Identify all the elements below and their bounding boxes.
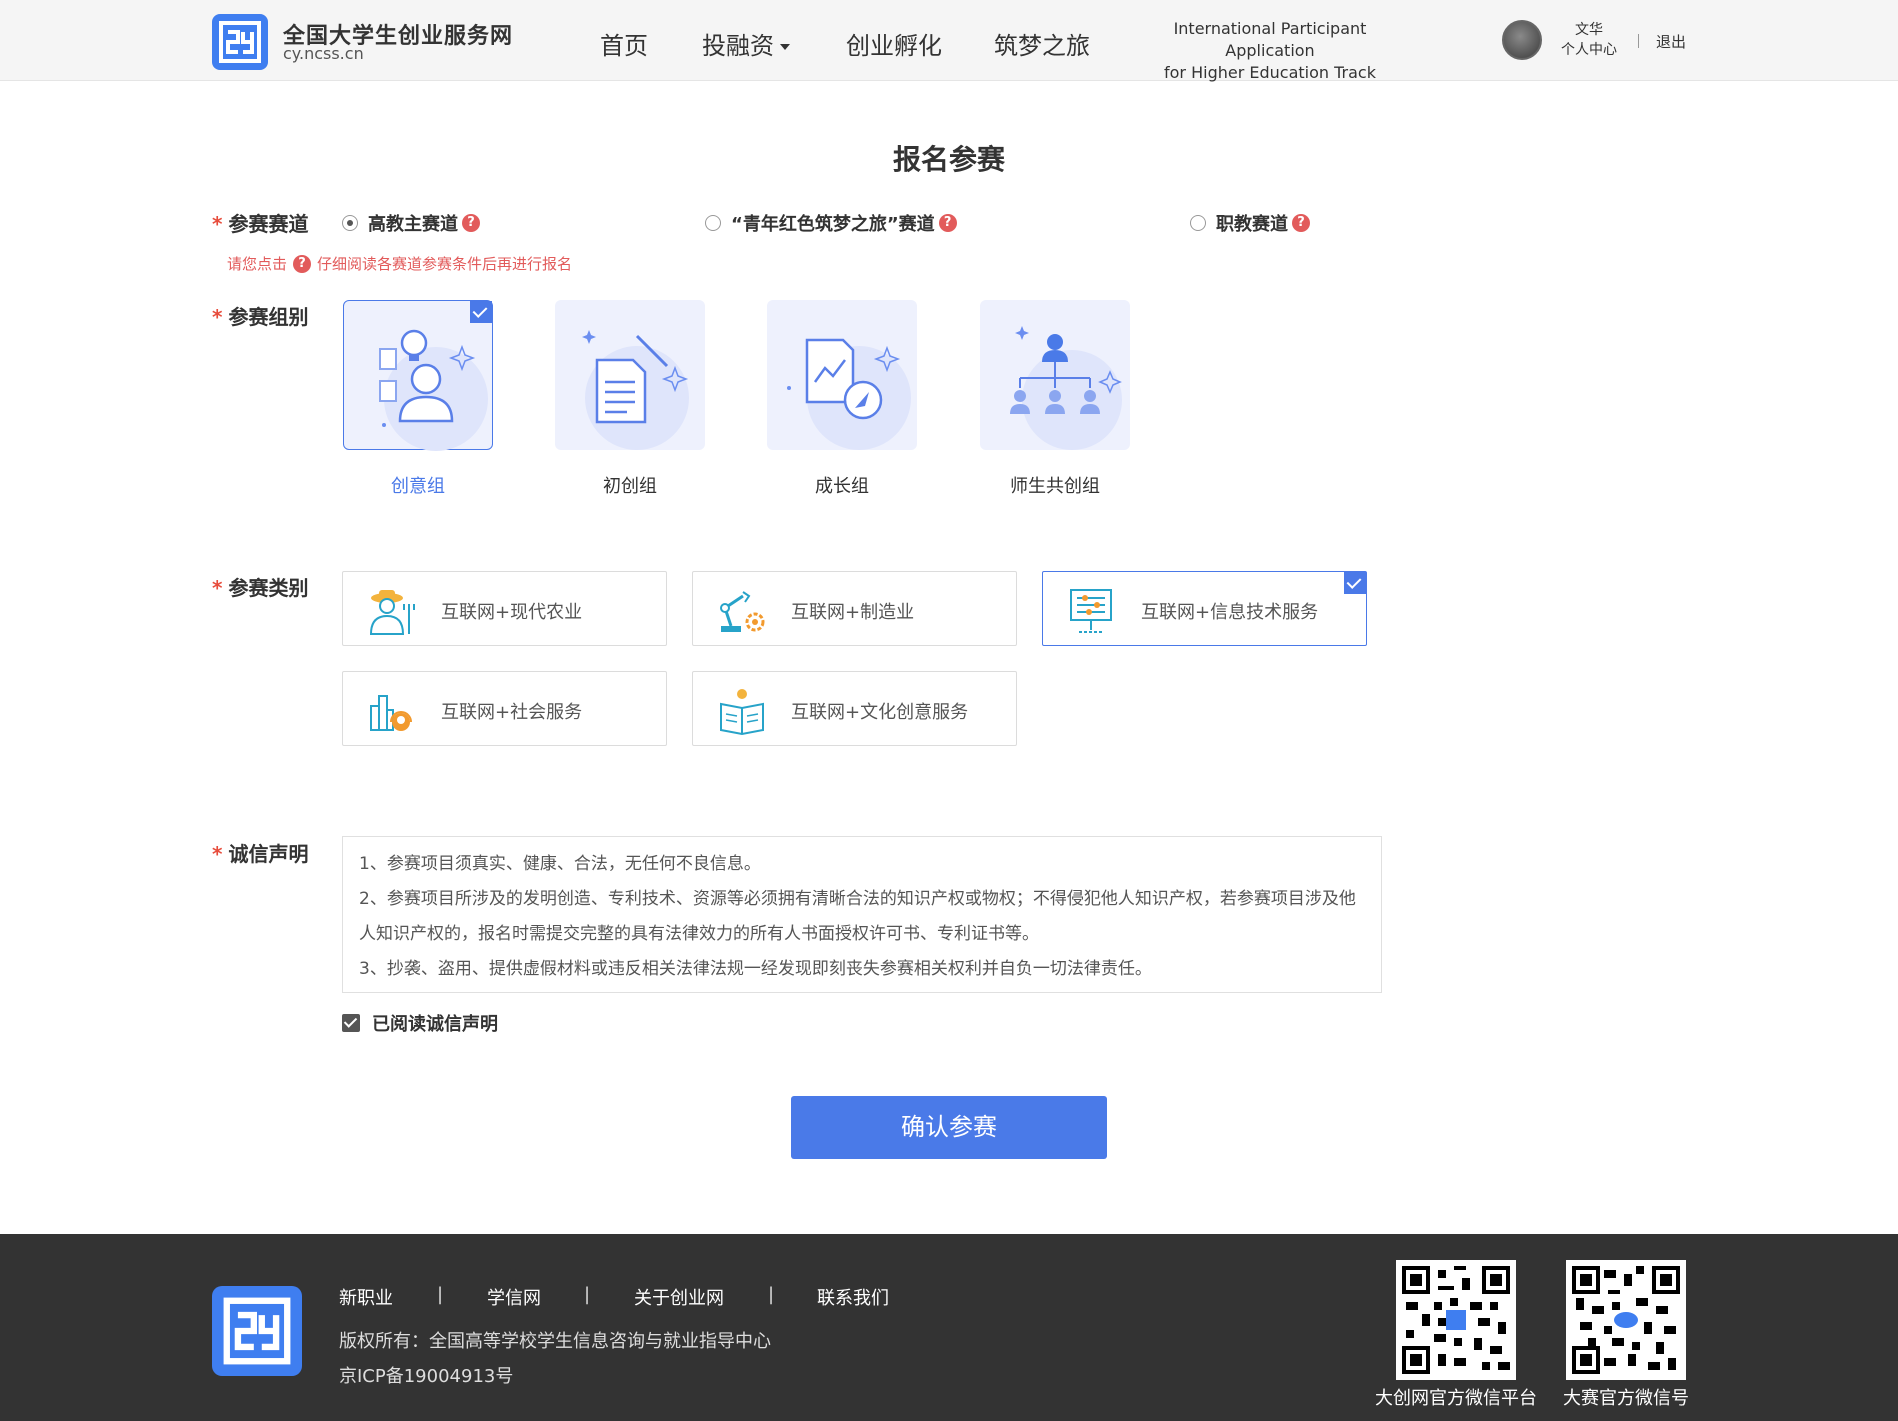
group-label-startup[interactable]: 初创组 bbox=[555, 472, 705, 498]
nav-investment[interactable]: 投融资 bbox=[702, 26, 790, 61]
intl-track-line2: for Higher Education Track bbox=[1164, 63, 1376, 82]
footer-logo-icon bbox=[212, 1286, 302, 1376]
required-mark: * bbox=[212, 212, 223, 236]
agree-checkbox-row[interactable]: 已阅读诚信声明 bbox=[342, 1010, 498, 1036]
book-idea-icon bbox=[720, 689, 764, 736]
qr-code-platform bbox=[1396, 1260, 1516, 1380]
footer-separator: | bbox=[768, 1284, 775, 1305]
header-divider bbox=[1638, 34, 1639, 48]
lightbulb-person-icon bbox=[379, 329, 488, 451]
required-mark: * bbox=[212, 305, 223, 329]
declaration-line: 2、参赛项目所涉及的发明创造、专利技术、资源等必须拥有清晰合法的知识产权或物权；… bbox=[359, 889, 1356, 944]
required-mark: * bbox=[212, 842, 223, 866]
help-icon[interactable]: ? bbox=[938, 214, 957, 232]
intl-track-line1: International Participant Application bbox=[1173, 19, 1367, 60]
required-mark: * bbox=[212, 576, 223, 600]
category-manufacturing[interactable]: 互联网+制造业 bbox=[692, 571, 1017, 646]
monitor-settings-icon bbox=[1070, 589, 1112, 633]
category-label: 互联网+文化创意服务 bbox=[791, 702, 969, 723]
track-field-label: * 参赛赛道 bbox=[212, 208, 308, 237]
footer-separator: | bbox=[437, 1284, 444, 1305]
qr-label-platform: 大创网官方微信平台 bbox=[1375, 1388, 1537, 1409]
page-title: 报名参赛 bbox=[892, 143, 1005, 176]
category-label: 互联网+现代农业 bbox=[441, 602, 583, 623]
confirm-button[interactable]: 确认参赛 bbox=[791, 1096, 1107, 1159]
declaration-field-label: * 诚信声明 bbox=[212, 838, 308, 867]
track-option-label: “青年红色筑梦之旅”赛道 bbox=[731, 214, 935, 235]
chart-compass-icon bbox=[787, 338, 911, 450]
category-label: 互联网+制造业 bbox=[791, 602, 915, 623]
nav-dream-journey[interactable]: 筑梦之旅 bbox=[994, 26, 1090, 61]
site-header: 全国大学生创业服务网 cy.ncss.cn 首页 投融资 创业孵化 筑梦之旅 I… bbox=[0, 0, 1898, 84]
category-field-label: * 参赛类别 bbox=[212, 572, 308, 601]
help-icon[interactable]: ? bbox=[1292, 214, 1310, 232]
site-logo-icon[interactable] bbox=[212, 14, 268, 70]
footer-copyright: 版权所有：全国高等学校学生信息咨询与就业指导中心 bbox=[339, 1331, 771, 1352]
declaration-line: 3、抄袭、盗用、提供虚假材料或违反相关法律法规一经发现即刻丧失参赛相关权利并自负… bbox=[359, 959, 1152, 979]
category-label-text: 参赛类别 bbox=[228, 576, 309, 600]
site-footer: 新职业 | 学信网 | 关于创业网 | 联系我们 版权所有：全国高等学校学生信息… bbox=[0, 1234, 1898, 1421]
category-agriculture[interactable]: 互联网+现代农业 bbox=[342, 571, 667, 646]
track-option-red-journey[interactable]: “青年红色筑梦之旅”赛道 ? bbox=[705, 210, 957, 236]
track-hint: 请您点击 ? 仔细阅读各赛道参赛条件后再进行报名 bbox=[227, 253, 572, 274]
intl-track-link[interactable]: International Participant Application fo… bbox=[1130, 18, 1410, 84]
checkbox-checked-icon[interactable] bbox=[342, 1014, 360, 1032]
track-label-text: 参赛赛道 bbox=[228, 212, 309, 236]
group-card-startup[interactable] bbox=[555, 300, 705, 450]
footer-link-new-career[interactable]: 新职业 bbox=[339, 1284, 393, 1310]
footer-separator: | bbox=[584, 1284, 591, 1305]
group-card-creative[interactable] bbox=[343, 300, 493, 451]
team-hierarchy-icon bbox=[1010, 326, 1122, 450]
group-card-growth[interactable] bbox=[767, 300, 917, 450]
caret-down-icon bbox=[780, 44, 790, 50]
track-option-label: 职教赛道 bbox=[1216, 214, 1288, 235]
help-icon[interactable]: ? bbox=[462, 214, 480, 232]
qr-code-contest bbox=[1566, 1260, 1686, 1380]
checkmark-icon bbox=[470, 301, 492, 323]
declaration-line: 1、参赛项目须真实、健康、合法，无任何不良信息。 bbox=[359, 854, 761, 874]
group-card-teacher-student[interactable] bbox=[980, 300, 1130, 450]
track-option-higher-ed[interactable]: 高教主赛道 ? bbox=[342, 210, 480, 236]
robot-arm-icon bbox=[720, 591, 765, 632]
city-headset-icon bbox=[370, 695, 412, 731]
category-label: 互联网+社会服务 bbox=[441, 702, 583, 723]
declaration-label-text: 诚信声明 bbox=[228, 842, 309, 866]
group-label-teacher-student[interactable]: 师生共创组 bbox=[980, 472, 1130, 498]
radio-unchecked-icon[interactable] bbox=[1190, 215, 1206, 231]
group-field-label: * 参赛组别 bbox=[212, 301, 308, 330]
help-icon: ? bbox=[293, 254, 312, 273]
logout-link[interactable]: 退出 bbox=[1656, 31, 1686, 52]
category-social-services[interactable]: 互联网+社会服务 bbox=[342, 671, 667, 746]
user-center-link[interactable]: 文华 个人中心 bbox=[1558, 20, 1620, 60]
radio-unchecked-icon[interactable] bbox=[705, 215, 721, 231]
site-url: cy.ncss.cn bbox=[283, 44, 364, 63]
footer-link-contact[interactable]: 联系我们 bbox=[817, 1284, 889, 1310]
track-option-label: 高教主赛道 bbox=[368, 214, 458, 235]
farmer-icon bbox=[369, 590, 415, 635]
document-wand-icon bbox=[582, 330, 689, 450]
user-name: 文华 bbox=[1575, 22, 1603, 38]
nav-investment-label: 投融资 bbox=[702, 32, 774, 60]
avatar[interactable] bbox=[1502, 20, 1542, 60]
footer-link-chsi[interactable]: 学信网 bbox=[487, 1284, 541, 1310]
footer-link-about[interactable]: 关于创业网 bbox=[634, 1284, 724, 1310]
footer-icp[interactable]: 京ICP备19004913号 bbox=[339, 1362, 513, 1388]
nav-incubation[interactable]: 创业孵化 bbox=[846, 26, 942, 61]
group-label-creative[interactable]: 创意组 bbox=[343, 472, 493, 498]
nav-home[interactable]: 首页 bbox=[600, 26, 648, 61]
category-label: 互联网+信息技术服务 bbox=[1141, 602, 1319, 623]
group-label-growth[interactable]: 成长组 bbox=[767, 472, 917, 498]
declaration-text-box[interactable]: 1、参赛项目须真实、健康、合法，无任何不良信息。 2、参赛项目所涉及的发明创造、… bbox=[342, 836, 1382, 993]
category-cultural-creative[interactable]: 互联网+文化创意服务 bbox=[692, 671, 1017, 746]
user-center-label: 个人中心 bbox=[1561, 42, 1617, 58]
qr-label-contest: 大赛官方微信号 bbox=[1563, 1388, 1689, 1409]
agree-label: 已阅读诚信声明 bbox=[372, 1014, 498, 1035]
category-it-services[interactable]: 互联网+信息技术服务 bbox=[1042, 571, 1367, 646]
hint-prefix: 请您点击 bbox=[227, 255, 288, 273]
group-label-text: 参赛组别 bbox=[228, 305, 309, 329]
checkmark-icon bbox=[1344, 572, 1366, 594]
radio-checked-icon[interactable] bbox=[342, 215, 358, 231]
track-option-vocational[interactable]: 职教赛道 ? bbox=[1190, 210, 1310, 236]
hint-suffix: 仔细阅读各赛道参赛条件后再进行报名 bbox=[317, 255, 573, 273]
